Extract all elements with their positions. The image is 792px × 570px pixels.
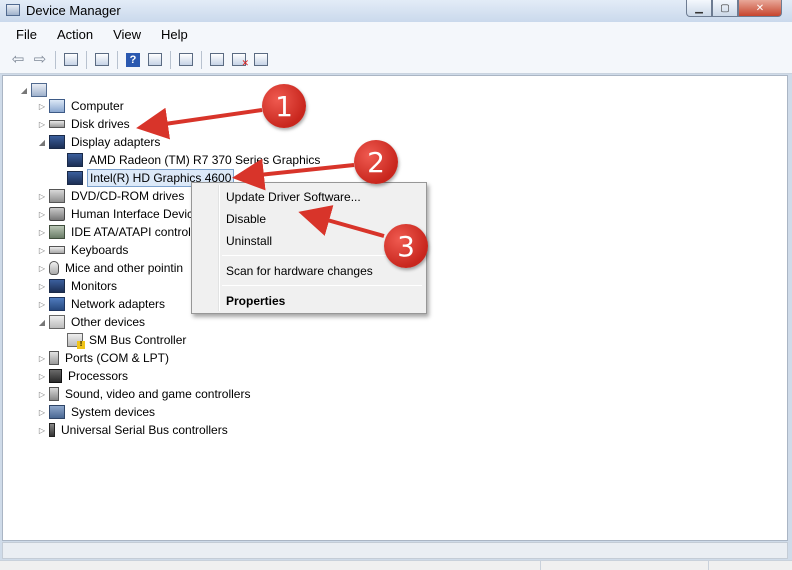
status-panel xyxy=(708,561,709,570)
callout-badge-2: 2 xyxy=(354,140,398,184)
status-bar xyxy=(0,560,792,570)
callout-2-arrow xyxy=(232,158,355,191)
callout-3-arrow xyxy=(298,205,385,238)
callout-1-arrow xyxy=(136,107,263,140)
callout-badge-3: 3 xyxy=(384,224,428,268)
status-panel xyxy=(540,561,541,570)
callout-badge-1: 1 xyxy=(262,84,306,128)
annotation-arrows xyxy=(136,107,385,238)
horizontal-scrollbar[interactable] xyxy=(2,542,788,559)
